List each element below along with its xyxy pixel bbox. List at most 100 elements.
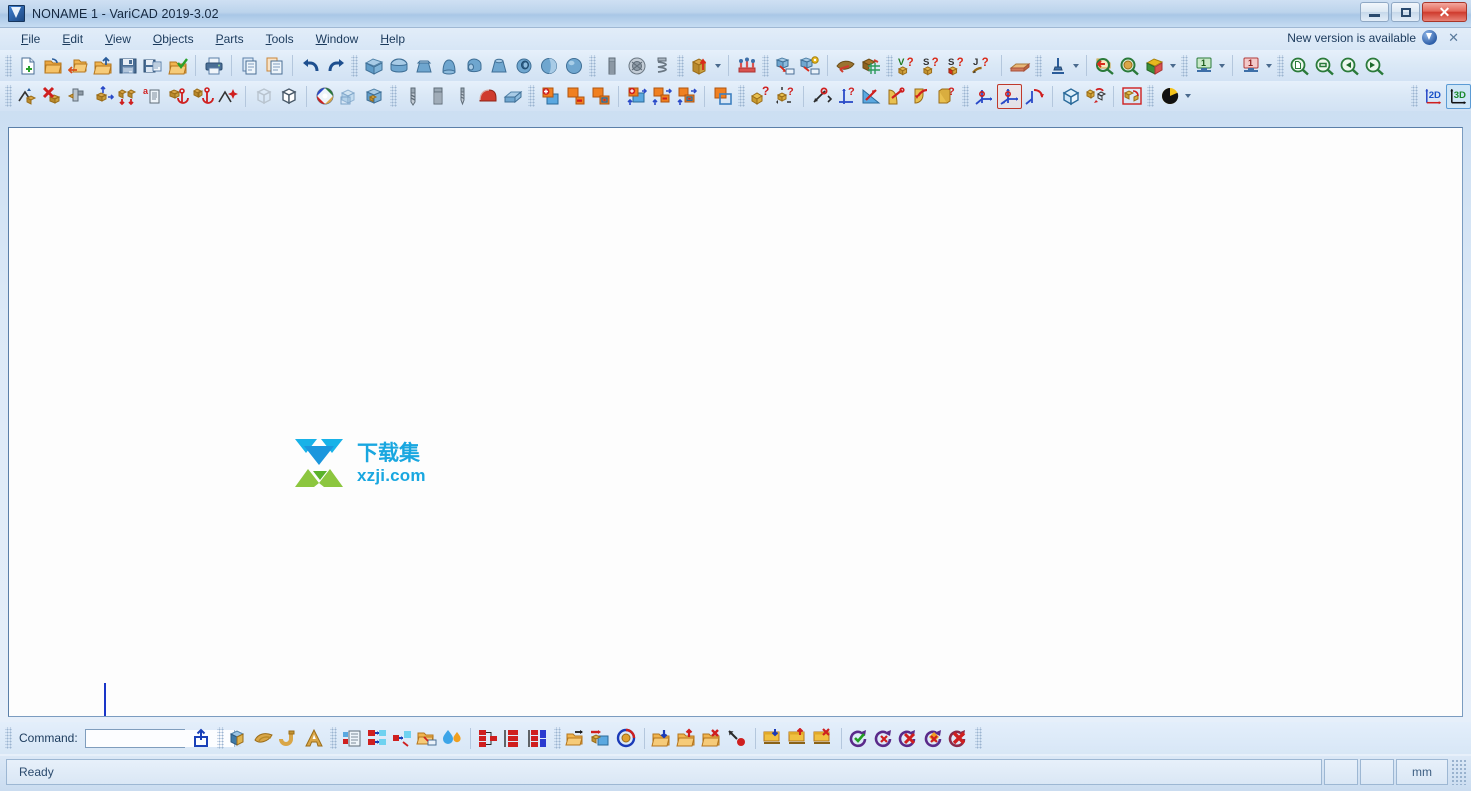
boolean-intersect-keep-icon[interactable] [674, 84, 699, 109]
material-icon[interactable] [1007, 53, 1032, 78]
layer-red-dropdown-icon[interactable] [1263, 53, 1274, 78]
arc-query-icon[interactable] [909, 84, 934, 109]
point-distance-icon[interactable]: ? [834, 84, 859, 109]
export-folder-icon[interactable] [90, 53, 115, 78]
toolbar-grip[interactable] [351, 54, 358, 77]
color-palette-icon[interactable] [312, 84, 337, 109]
select-star-icon[interactable] [215, 84, 240, 109]
layer-green-icon[interactable]: 1 [1191, 53, 1216, 78]
minimize-button[interactable] [1360, 2, 1389, 22]
maximize-button[interactable] [1391, 2, 1420, 22]
ucs-set-icon[interactable] [997, 83, 1022, 109]
toolbar-grip[interactable] [762, 54, 769, 77]
menu-item-window[interactable]: Window [305, 30, 370, 48]
paste-icon[interactable] [262, 53, 287, 78]
redo-icon[interactable] [323, 53, 348, 78]
data-link-icon[interactable] [390, 726, 415, 751]
cylinder-solid-icon[interactable] [461, 53, 486, 78]
wedge-solid-icon[interactable] [386, 53, 411, 78]
pick-point-icon[interactable] [725, 726, 750, 751]
menu-item-tools[interactable]: Tools [255, 30, 305, 48]
toolbar-grip[interactable] [1035, 54, 1042, 77]
close-button[interactable]: ✕ [1422, 2, 1467, 22]
solid-color-icon[interactable] [362, 84, 387, 109]
boolean-subtract-keep-icon[interactable] [649, 84, 674, 109]
tree-list-icon[interactable] [501, 726, 526, 751]
surface-edit-icon[interactable] [833, 53, 858, 78]
toolbar-grip[interactable] [1277, 54, 1284, 77]
text-3d-icon[interactable] [302, 726, 327, 751]
toolbar-grip[interactable] [5, 54, 12, 77]
data-export-icon[interactable] [365, 726, 390, 751]
attribute-icon[interactable]: a [140, 84, 165, 109]
confirm-check-icon[interactable] [847, 726, 872, 751]
drill-icon[interactable] [400, 84, 425, 109]
surface-query-icon[interactable]: S? [921, 53, 946, 78]
menu-item-edit[interactable]: Edit [51, 30, 94, 48]
copy-icon[interactable] [237, 53, 262, 78]
move-solid-icon[interactable] [90, 84, 115, 109]
solid-info-icon[interactable]: ? [748, 84, 773, 109]
boolean-add-keep-icon[interactable] [624, 84, 649, 109]
save-as-icon[interactable] [140, 53, 165, 78]
toolbar-grip[interactable] [974, 727, 982, 749]
command-input-wrapper[interactable] [84, 728, 241, 748]
toolbar-grip[interactable] [329, 727, 337, 749]
water-drop-icon[interactable] [440, 726, 465, 751]
angle-query-icon[interactable] [859, 84, 884, 109]
undo-icon[interactable] [298, 53, 323, 78]
part-curve-icon[interactable] [252, 726, 277, 751]
boolean-add-icon[interactable] [538, 84, 563, 109]
mode-3d-icon[interactable]: 3D [1446, 83, 1471, 109]
import-folder-icon[interactable] [65, 53, 90, 78]
library-insert-icon[interactable] [564, 726, 589, 751]
download-arrow-icon[interactable] [1422, 30, 1437, 45]
toolbar-grip[interactable] [1181, 54, 1188, 77]
command-execute-icon[interactable] [189, 726, 214, 751]
toolbar-grip[interactable] [1411, 85, 1418, 107]
bill-of-material-icon[interactable] [340, 726, 365, 751]
toolbar-grip[interactable] [589, 54, 596, 77]
menu-item-help[interactable]: Help [369, 30, 416, 48]
render-mode-icon[interactable] [1157, 84, 1182, 109]
open-folder-icon[interactable] [40, 53, 65, 78]
window-up-icon[interactable] [786, 726, 811, 751]
cone-solid-icon[interactable] [436, 53, 461, 78]
face-query-icon[interactable]: ? [934, 84, 959, 109]
cancel-icon[interactable] [897, 726, 922, 751]
zoom-out-icon[interactable] [1312, 53, 1337, 78]
new-version-notice[interactable]: New version is available [1287, 30, 1437, 45]
zoom-previous-icon[interactable] [1092, 53, 1117, 78]
ucs-rotate-icon[interactable] [1022, 84, 1047, 109]
toolbar-grip[interactable] [677, 54, 684, 77]
zoom-forward-icon[interactable] [1362, 53, 1387, 78]
prism-solid-icon[interactable] [411, 53, 436, 78]
printer-icon[interactable] [201, 53, 226, 78]
bounding-box-icon[interactable] [1058, 84, 1083, 109]
delete-solid-icon[interactable] [40, 84, 65, 109]
part-sphere-icon[interactable] [536, 53, 561, 78]
ucs-move-icon[interactable] [972, 84, 997, 109]
menu-item-parts[interactable]: Parts [205, 30, 255, 48]
window-down-icon[interactable] [761, 726, 786, 751]
extrude-icon[interactable] [687, 53, 712, 78]
folder-down-icon[interactable] [650, 726, 675, 751]
solid-to-2d-settings-icon[interactable] [797, 53, 822, 78]
mill-icon[interactable] [425, 84, 450, 109]
solid-replace-icon[interactable] [1083, 84, 1108, 109]
select-add-icon[interactable] [15, 84, 40, 109]
tree-structure-icon[interactable] [476, 726, 501, 751]
toolbar-grip[interactable] [553, 727, 561, 749]
cancel-orange-icon[interactable] [922, 726, 947, 751]
truncated-cone-icon[interactable] [486, 53, 511, 78]
part-box-icon[interactable] [227, 726, 252, 751]
folder-check-icon[interactable] [165, 53, 190, 78]
cancel-small-icon[interactable] [872, 726, 897, 751]
anchor-solid-icon[interactable] [165, 84, 190, 109]
measure-icon[interactable] [1045, 53, 1070, 78]
boolean-intersect-icon[interactable] [588, 84, 613, 109]
attach-solid-icon[interactable] [65, 84, 90, 109]
solid-to-2d-icon[interactable] [772, 53, 797, 78]
assembly-icon[interactable] [734, 53, 759, 78]
copy-solid-icon[interactable] [115, 84, 140, 109]
